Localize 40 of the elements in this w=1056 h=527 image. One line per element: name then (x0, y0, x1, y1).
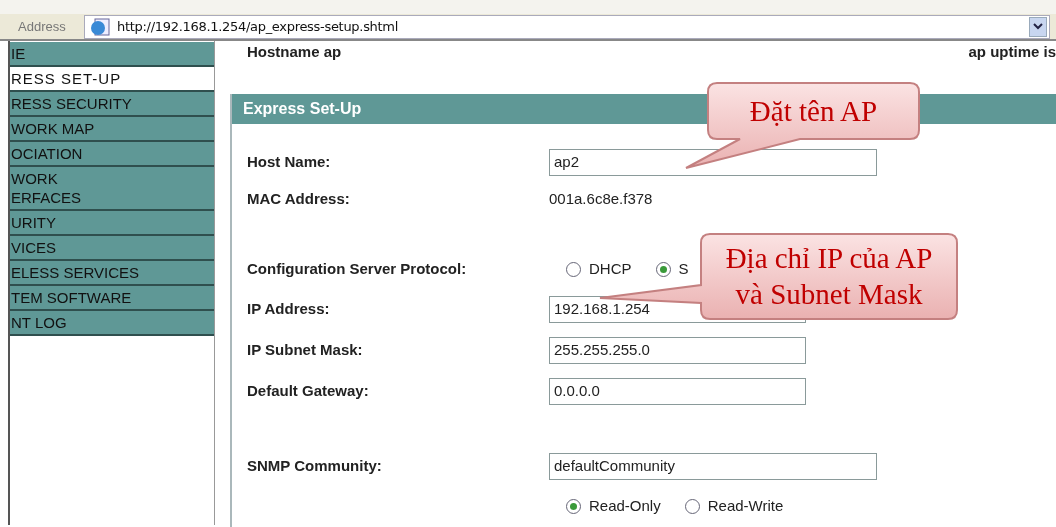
hostname-text: Hostname ap (247, 42, 342, 62)
radio-button[interactable] (566, 499, 581, 514)
sidebar-item[interactable]: WORK MAP (10, 117, 214, 142)
callout-text: Đặt tên AP (749, 93, 878, 129)
chevron-down-icon (1033, 23, 1043, 30)
dropdown-button[interactable] (1029, 16, 1047, 37)
panel-title: Express Set-Up (243, 98, 362, 119)
radio-button[interactable] (684, 499, 700, 514)
radio-button[interactable] (655, 262, 671, 277)
input-field[interactable]: ap2 (549, 148, 877, 176)
field-label: Host Name: (247, 151, 332, 172)
input-field[interactable]: defaultCommunity (549, 453, 877, 480)
uptime-text: ap uptime is (968, 42, 1056, 62)
field-label: Configuration Server Protocol: (247, 259, 468, 280)
page-icon (89, 17, 111, 36)
sidebar-item[interactable]: ELESS SERVICES (10, 261, 214, 286)
sidebar-item[interactable]: URITY (10, 211, 214, 236)
radio-label: Read-Only (589, 496, 661, 517)
url-text: http://192.168.1.254/ap_express-setup.shtml (117, 17, 399, 36)
radio-label: S (678, 259, 689, 280)
field-label: Default Gateway: (247, 380, 370, 401)
sidebar-item[interactable]: NT LOG (10, 311, 214, 336)
sidebar-item[interactable]: VICES (10, 236, 214, 261)
input-field[interactable]: 0.0.0.0 (549, 377, 806, 405)
sidebar-item[interactable]: OCIATION (10, 142, 214, 167)
mac-value: 001a.6c8e.f378 (549, 188, 653, 209)
address-field[interactable]: http://192.168.1.254/ap_express-setup.shtml (84, 14, 1050, 39)
sidebar-item[interactable]: WORK ERFACES (10, 167, 214, 211)
sidebar-item[interactable]: TEM SOFTWARE (10, 286, 214, 311)
radio-label: DHCP (589, 259, 632, 280)
field-label: IP Subnet Mask: (247, 339, 364, 360)
field-label: IP Address: (247, 298, 331, 319)
sidebar-item[interactable]: IE (10, 42, 214, 67)
address-label: Address (18, 17, 67, 36)
radio-button[interactable] (566, 262, 581, 277)
radio-label: Read-Write (707, 496, 784, 517)
field-label: SNMP Community: (247, 456, 383, 477)
sidebar-item[interactable]: RESS SECURITY (10, 92, 214, 117)
input-field[interactable]: 255.255.255.0 (549, 336, 806, 364)
field-label: MAC Address: (247, 188, 351, 209)
